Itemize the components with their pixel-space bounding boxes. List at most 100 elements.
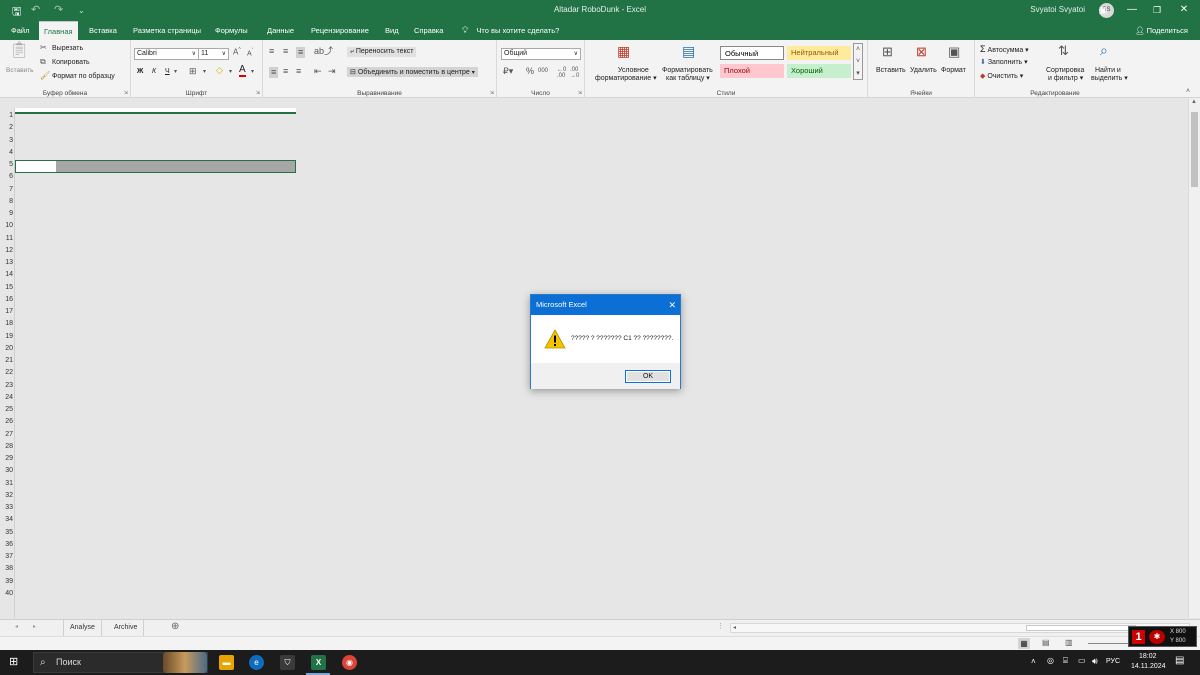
zoom-slider[interactable]: [1088, 643, 1128, 644]
file-explorer-icon[interactable]: ▬: [219, 655, 234, 670]
sheet-tab-archive[interactable]: Archive: [108, 620, 145, 636]
row-header[interactable]: 26: [0, 418, 15, 425]
shrink-font-icon[interactable]: Aˇ: [247, 49, 253, 58]
row-header[interactable]: 29: [0, 455, 15, 462]
currency-format-icon[interactable]: ₽▾: [503, 67, 513, 76]
percent-icon[interactable]: %: [526, 67, 534, 76]
decrease-indent-icon[interactable]: ⇤: [314, 67, 322, 76]
sort-filter-icon[interactable]: ⇅: [1058, 44, 1069, 57]
chevron-down-icon[interactable]: ▾: [251, 69, 254, 75]
grow-font-icon[interactable]: A^: [233, 48, 241, 57]
font-name-select[interactable]: Calibri ∨: [134, 48, 199, 60]
show-hidden-icons-icon[interactable]: ˄: [1031, 657, 1036, 666]
row-header[interactable]: 19: [0, 333, 15, 340]
font-size-select[interactable]: 11 ∨: [198, 48, 229, 60]
ribbon-display-options-icon[interactable]: ▣: [1094, 2, 1112, 18]
row-header[interactable]: 7: [0, 186, 15, 193]
borders-icon[interactable]: ⊞: [189, 67, 197, 76]
collapse-ribbon-icon[interactable]: ˄: [1186, 88, 1190, 95]
bold-button[interactable]: Ж: [137, 68, 143, 75]
row-header[interactable]: 28: [0, 443, 15, 450]
row-header[interactable]: 4: [0, 149, 15, 156]
page-layout-view-icon[interactable]: ▤: [1042, 638, 1050, 647]
font-color-icon[interactable]: A: [239, 65, 246, 77]
vertical-scrollbar[interactable]: ▲: [1188, 98, 1200, 618]
font-launcher-icon[interactable]: ⇲: [256, 90, 260, 96]
style-good[interactable]: Хороший: [787, 64, 851, 78]
fill-button[interactable]: ⬇ Заполнить ▾: [980, 58, 1028, 66]
increase-indent-icon[interactable]: ⇥: [328, 67, 336, 76]
row-header[interactable]: 16: [0, 296, 15, 303]
row-header[interactable]: 22: [0, 369, 15, 376]
align-right-icon[interactable]: ≡: [296, 67, 301, 76]
share-button[interactable]: 👤︎ Поделиться: [1135, 21, 1188, 40]
copy-icon[interactable]: ⧉: [40, 58, 46, 66]
format-cells-icon[interactable]: ▣: [948, 45, 960, 58]
volume-icon[interactable]: 🔊︎: [1092, 656, 1098, 667]
row-header[interactable]: 9: [0, 210, 15, 217]
chevron-down-icon[interactable]: ▾: [174, 69, 177, 75]
clear-button[interactable]: ◆ Очистить ▾: [980, 72, 1023, 80]
row-header[interactable]: 25: [0, 406, 15, 413]
align-left-icon[interactable]: ≡: [269, 67, 279, 78]
ok-button[interactable]: OK: [625, 370, 671, 383]
row-header[interactable]: 24: [0, 394, 15, 401]
row-header[interactable]: 6: [0, 173, 15, 180]
format-painter-button[interactable]: Формат по образцу: [52, 73, 115, 80]
row-header[interactable]: 3: [0, 137, 15, 144]
row-header[interactable]: 8: [0, 198, 15, 205]
align-top-icon[interactable]: ≡: [269, 47, 274, 56]
italic-button[interactable]: К: [152, 68, 156, 75]
display-icon[interactable]: ▭: [1078, 656, 1086, 665]
store-icon[interactable]: ⛉: [280, 655, 295, 670]
row-header[interactable]: 27: [0, 431, 15, 438]
tab-formulas[interactable]: Формулы: [210, 21, 253, 40]
format-cells-button[interactable]: Формат: [941, 67, 966, 74]
windows-start-icon[interactable]: ⊞: [9, 656, 18, 668]
format-as-table-button[interactable]: Форматировать как таблицу ▾: [662, 67, 713, 82]
decrease-decimal-icon[interactable]: .00 →0: [570, 67, 579, 79]
camera-icon[interactable]: ◎: [1047, 656, 1054, 665]
row-header[interactable]: 20: [0, 345, 15, 352]
horizontal-scroll-thumb[interactable]: [1026, 625, 1136, 631]
conditional-formatting-button[interactable]: Условное форматирование ▾: [595, 67, 657, 82]
dialog-title-bar[interactable]: Microsoft Excel: [531, 295, 680, 315]
row-header[interactable]: 15: [0, 284, 15, 291]
row-header[interactable]: 40: [0, 590, 15, 597]
tab-view[interactable]: Вид: [380, 21, 404, 40]
format-as-table-icon[interactable]: ▤: [682, 44, 695, 58]
row-header[interactable]: 11: [0, 235, 15, 242]
page-break-view-icon[interactable]: ▥: [1065, 638, 1073, 647]
active-cell[interactable]: [16, 161, 56, 172]
clock-date[interactable]: 14.11.2024: [1131, 663, 1166, 670]
fill-color-icon[interactable]: ◇: [216, 66, 223, 75]
tab-file[interactable]: Файл: [6, 21, 34, 40]
autosum-button[interactable]: Σ Автосумма ▾: [980, 44, 1029, 54]
delete-cells-icon[interactable]: ⊠: [916, 45, 927, 58]
number-launcher-icon[interactable]: ⇲: [578, 90, 582, 96]
row-header[interactable]: 31: [0, 480, 15, 487]
tab-home[interactable]: Главная: [39, 21, 78, 40]
sort-filter-button[interactable]: Сортировка и фильтр ▾: [1046, 67, 1084, 82]
excel-taskbar-icon[interactable]: X: [311, 655, 326, 670]
find-select-icon[interactable]: ⌕: [1100, 43, 1108, 57]
clock-time[interactable]: 18:02: [1139, 653, 1157, 660]
align-middle-icon[interactable]: ≡: [283, 47, 288, 56]
cut-icon[interactable]: ✂: [40, 44, 47, 52]
chevron-down-icon[interactable]: ▾: [203, 69, 206, 75]
cut-button[interactable]: Вырезать: [52, 45, 83, 52]
normal-view-icon[interactable]: ▦: [1018, 638, 1030, 649]
row-header[interactable]: 1: [0, 112, 15, 119]
wrap-text-button[interactable]: ⤶ Переносить текст: [347, 47, 417, 57]
format-painter-icon[interactable]: 🖌︎: [40, 72, 50, 80]
find-select-button[interactable]: Найти и выделить ▾: [1091, 67, 1128, 82]
insert-cells-icon[interactable]: ⊞: [882, 45, 893, 58]
dialog-close-icon[interactable]: ✕: [668, 295, 676, 315]
tab-help[interactable]: Справка: [409, 21, 448, 40]
tab-page-layout[interactable]: Разметка страницы: [128, 21, 206, 40]
number-format-select[interactable]: Общий ∨: [501, 48, 581, 60]
align-bottom-icon[interactable]: ≡: [296, 47, 306, 58]
row-header[interactable]: 23: [0, 382, 15, 389]
chrome-icon[interactable]: ◉: [342, 655, 357, 670]
new-sheet-icon[interactable]: ⊕: [171, 621, 179, 632]
